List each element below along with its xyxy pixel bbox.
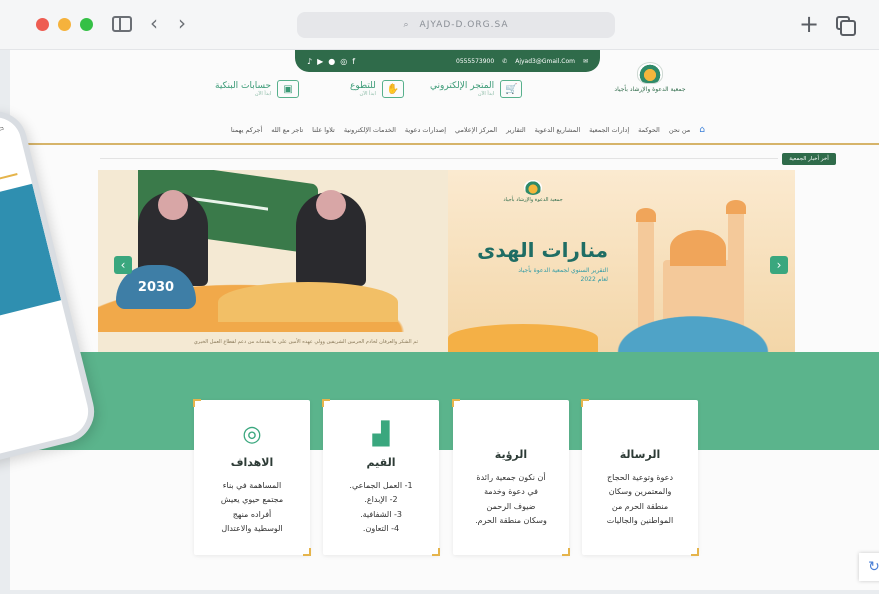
slide-title: منارات الهدى <box>477 238 608 262</box>
slide-subtitle: التقرير السنوي لجمعية الدعوة بأجياد لعام… <box>518 267 608 283</box>
maximize-window-button[interactable] <box>80 18 93 31</box>
nav-item[interactable]: المركز الإعلامي <box>455 126 497 134</box>
email-address[interactable]: Ajyad3@Gmail.Com <box>515 58 575 65</box>
nav-item[interactable]: الحوكمة <box>638 126 660 134</box>
card-body: المساهمة في بناء مجتمع حيوي يعيش أفراده من… <box>220 481 284 534</box>
news-ticker-track <box>100 158 778 159</box>
slider-prev-button[interactable]: ‹ <box>114 256 132 274</box>
card-body: أن نكون جمعية رائدة في دعوة وخدمة ضيوف الر… <box>475 473 547 526</box>
service-sub: ابدأ الآن <box>477 91 495 97</box>
minimize-window-button[interactable] <box>58 18 71 31</box>
divider <box>10 143 879 145</box>
nav-item[interactable]: إدارات الجمعية <box>589 126 629 134</box>
bank-icon: ▣ <box>277 80 300 98</box>
stairs-icon: ▟ <box>372 422 390 447</box>
nav-item[interactable]: التقارير <box>506 126 526 134</box>
handshake-icon: ✋ <box>381 80 404 98</box>
slide-annual-report[interactable]: جمعية الدعوة والإرشاد بأجياد منارات الهد… <box>448 170 795 352</box>
card-body: 1- العمل الجماعي. 2- الإبداع. 3- الشفافية.… <box>349 481 413 534</box>
logo-text: جمعية الدعوة والإرشاد بأجياد <box>614 86 686 93</box>
card-body: دعوة وتوعية الحجاج والمعتمرين وسكان منطقة … <box>606 473 674 526</box>
card-title: الاهداف <box>230 456 274 469</box>
service-store[interactable]: المتجر الإلكتروني ابدأ الآن 🛒 <box>430 80 523 98</box>
service-sub: ابدأ الآن <box>359 91 376 97</box>
card-values: ▟ القيم 1- العمل الجماعي. 2- الإبداع. 3- ا… <box>322 399 440 556</box>
whatsapp-icon: ✆ <box>502 57 508 65</box>
green-band <box>10 352 879 450</box>
forward-arrow-icon[interactable]: › <box>178 11 186 35</box>
contact-bar: ♪ ▶ ● ◎ f 0555573900 ✆ Ajyad3@Gmail.Com … <box>295 50 600 72</box>
youtube-icon[interactable]: ▶ <box>317 57 323 66</box>
site-logo[interactable]: جمعية الدعوة والإرشاد بأجياد <box>610 62 690 108</box>
nav-item[interactable]: الخدمات الإلكترونية <box>344 126 396 134</box>
facebook-icon[interactable]: f <box>352 57 355 66</box>
nav-item[interactable]: المشاريع الدعوية <box>535 126 581 134</box>
logo-emblem-icon <box>524 180 542 195</box>
news-badge[interactable]: آخر أخبار الجمعية <box>782 153 836 165</box>
search-icon: ⌕ <box>403 20 410 30</box>
service-sub: ابدأ الآن <box>254 91 272 97</box>
wave-graphic <box>448 324 598 352</box>
instagram-icon[interactable]: ◎ <box>340 57 347 66</box>
new-tab-icon[interactable]: + <box>799 10 819 38</box>
mail-icon: ✉ <box>582 57 588 65</box>
target-icon: ◎ <box>242 422 262 447</box>
slide-caption: ثم الشكر والعرفان لخادم الحرمين الشريفين… <box>193 339 418 345</box>
logo-emblem-icon <box>637 62 663 84</box>
url-text: AJYAD-D.ORG.SA <box>419 20 509 30</box>
tiktok-icon[interactable]: ♪ <box>307 57 312 66</box>
nav-item[interactable]: إصدارات دعوية <box>405 126 446 134</box>
slide-leaders[interactable]: 2030 ثم الشكر والعرفان لخادم الحرمين الش… <box>98 170 448 352</box>
card-title: الرؤية <box>494 448 528 461</box>
hills-graphic <box>218 282 398 322</box>
nav-item[interactable]: من نحن <box>669 126 690 134</box>
window-controls <box>36 18 93 31</box>
recaptcha-badge-icon[interactable]: ↻ <box>859 553 879 581</box>
tabs-overview-icon[interactable] <box>836 16 856 36</box>
nav-item[interactable]: تاجر مع الله <box>271 126 303 134</box>
service-label: للتطوع <box>350 81 376 91</box>
service-volunteer[interactable]: للتطوع ابدأ الآن ✋ <box>350 80 404 98</box>
back-arrow-icon[interactable]: ‹ <box>150 11 158 35</box>
service-label: حسابات البنكية <box>215 81 272 91</box>
hero-slider: 2030 ثم الشكر والعرفان لخادم الحرمين الش… <box>98 170 795 352</box>
snapchat-icon[interactable]: ● <box>328 57 335 66</box>
service-bank[interactable]: حسابات البنكية ابدأ الآن ▣ <box>215 80 300 98</box>
home-icon[interactable]: ⌂ <box>699 125 705 135</box>
card-title: الرسالة <box>619 448 661 461</box>
service-label: المتجر الإلكتروني <box>430 81 495 91</box>
card-title: القيم <box>366 456 396 469</box>
slide-logo: جمعية الدعوة والإرشاد بأجياد <box>503 180 563 203</box>
social-links: ♪ ▶ ● ◎ f <box>307 57 355 66</box>
browser-toolbar: ‹ › ⌕ AJYAD-D.ORG.SA + <box>0 0 879 50</box>
nav-item[interactable]: تلاوا علنا <box>312 126 335 134</box>
main-navigation: ⌂ من نحن الحوكمة إدارات الجمعية المشاريع… <box>185 122 705 138</box>
sidebar-toggle-icon[interactable] <box>112 16 132 32</box>
cart-icon: 🛒 <box>500 80 523 98</box>
card-mission: الرسالة دعوة وتوعية الحجاج والمعتمرين وسك… <box>581 399 699 556</box>
close-window-button[interactable] <box>36 18 49 31</box>
card-vision: الرؤية أن نكون جمعية رائدة في دعوة وخدمة ض… <box>452 399 570 556</box>
website-viewport: ♪ ▶ ● ◎ f 0555573900 ✆ Ajyad3@Gmail.Com … <box>10 50 879 590</box>
nav-item[interactable]: أجركم يهمنا <box>231 126 262 134</box>
phone-status-bar: ▂▄▆ ▭ <box>0 111 21 170</box>
slider-next-button[interactable]: › <box>770 256 788 274</box>
card-goals: ◎ الاهداف المساهمة في بناء مجتمع حيوي يعي… <box>193 399 311 556</box>
phone-number[interactable]: 0555573900 <box>456 58 494 65</box>
wave-graphic <box>588 302 795 352</box>
divider <box>0 173 18 183</box>
address-bar[interactable]: ⌕ AJYAD-D.ORG.SA <box>297 12 615 38</box>
